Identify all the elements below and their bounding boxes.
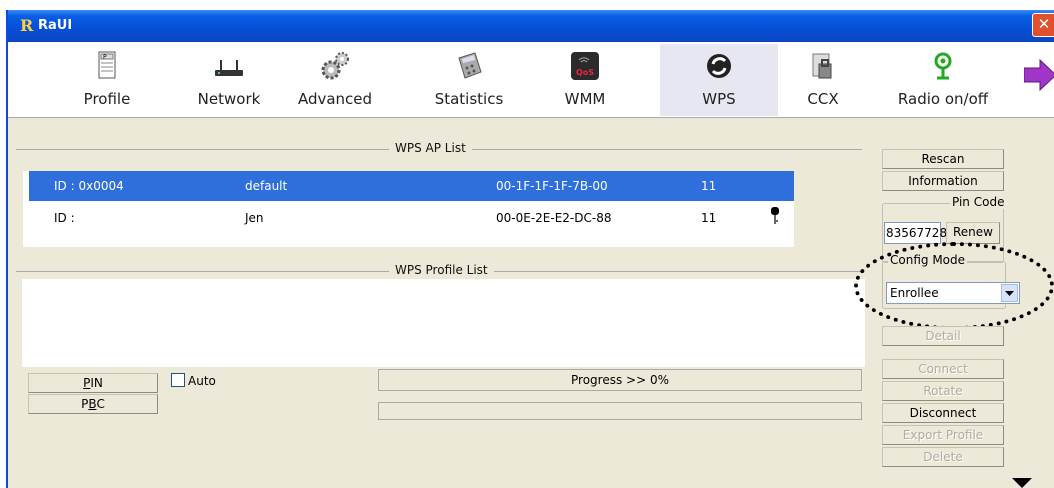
information-button-label: Information: [908, 174, 978, 188]
app-logo: R: [20, 16, 34, 35]
ap-ssid: default: [245, 179, 288, 193]
disconnect-button-label: Disconnect: [909, 406, 977, 420]
tab-profile[interactable]: P Profile: [66, 44, 148, 116]
gears-icon: [321, 52, 349, 80]
tab-ccx-label: CCX: [807, 90, 839, 108]
wps-profile-list[interactable]: [22, 279, 865, 367]
delete-button-label: Delete: [923, 450, 963, 464]
delete-button[interactable]: Delete: [882, 447, 1004, 467]
ap-id: ID :: [54, 211, 75, 225]
auto-checkbox[interactable]: [171, 373, 185, 387]
detail-button-label: Detail: [925, 329, 961, 343]
connect-button[interactable]: Connect: [882, 359, 1004, 379]
detail-button[interactable]: Detail: [882, 326, 1004, 346]
tab-network-label: Network: [197, 90, 261, 108]
connect-button-label: Connect: [918, 362, 968, 376]
tab-statistics[interactable]: Statistics: [428, 44, 510, 116]
tab-advanced[interactable]: Advanced: [294, 44, 376, 116]
rescan-button-label: Rescan: [921, 152, 965, 166]
ccx-icon: [812, 53, 832, 79]
pin-button[interactable]: PIN: [28, 373, 158, 393]
rescan-button[interactable]: Rescan: [882, 149, 1004, 169]
renew-button[interactable]: Renew: [946, 222, 1000, 244]
scroll-down-icon[interactable]: [1012, 478, 1032, 488]
pin-code-label: Pin Code: [950, 195, 1007, 209]
title-bar: R RaUI ✕: [8, 10, 1054, 42]
raui-window: R RaUI ✕ P Profile Network Advanced Stat…: [6, 10, 1054, 488]
qos-icon: QoS: [571, 52, 599, 80]
pbc-button[interactable]: PBC: [28, 394, 158, 414]
ap-id: ID : 0x0004: [54, 179, 124, 193]
lock-icon: [771, 207, 779, 224]
progress-text: Progress >> 0%: [571, 373, 669, 387]
close-button[interactable]: ✕: [1032, 13, 1054, 37]
pbc-button-label: PBC: [81, 397, 105, 411]
progress-status: Progress >> 0%: [378, 369, 862, 391]
progress-bar: [378, 402, 862, 420]
toolbar: P Profile Network Advanced Statistics Qo…: [8, 42, 1054, 118]
tab-wps-label: WPS: [702, 90, 736, 108]
ap-list-row[interactable]: ID : Jen 00-0E-2E-E2-DC-88 11: [29, 203, 794, 233]
ap-list-row[interactable]: ID : 0x0004 default 00-1F-1F-1F-7B-00 11: [29, 171, 794, 201]
pin-code-field[interactable]: 83567728: [884, 222, 947, 244]
tab-wmm-label: WMM: [564, 90, 606, 108]
svg-text:P: P: [103, 54, 107, 61]
wps-ap-list-title: WPS AP List: [389, 141, 472, 155]
profile-icon: P: [98, 51, 116, 79]
ap-ssid: Jen: [245, 211, 264, 225]
pin-button-label: PIN: [83, 376, 103, 390]
tab-statistics-label: Statistics: [434, 90, 504, 108]
export-profile-button-label: Export Profile: [902, 428, 984, 442]
svg-text:QoS: QoS: [576, 68, 594, 77]
wps-icon: [707, 54, 731, 78]
export-profile-button[interactable]: Export Profile: [882, 425, 1004, 445]
tab-radio-on-off-label: Radio on/off: [897, 90, 989, 108]
ap-mac: 00-1F-1F-1F-7B-00: [496, 179, 608, 193]
tab-ccx[interactable]: CCX: [782, 44, 864, 116]
radio-icon: [934, 52, 952, 80]
ap-channel: 11: [701, 179, 717, 193]
ap-channel: 11: [701, 211, 717, 225]
auto-label: Auto: [188, 374, 216, 388]
window-title: RaUI: [38, 18, 73, 33]
tab-advanced-label: Advanced: [297, 90, 373, 108]
wps-ap-list[interactable]: ID : 0x0004 default 00-1F-1F-1F-7B-00 11…: [22, 170, 795, 248]
calculator-icon: [458, 52, 482, 79]
tab-wmm[interactable]: QoS WMM: [544, 44, 626, 116]
close-icon: ✕: [1037, 15, 1051, 33]
tab-profile-label: Profile: [83, 90, 131, 108]
wps-profile-list-title: WPS Profile List: [389, 263, 494, 277]
next-arrow-icon[interactable]: [1024, 58, 1054, 92]
rotate-button[interactable]: Rotate: [882, 381, 1004, 401]
network-icon: [215, 60, 243, 76]
highlight-ellipse: [854, 242, 1054, 330]
tab-wps[interactable]: WPS: [660, 44, 778, 116]
ap-mac: 00-0E-2E-E2-DC-88: [496, 211, 612, 225]
renew-button-label: Renew: [953, 225, 993, 239]
tab-radio-on-off[interactable]: Radio on/off: [888, 44, 998, 116]
information-button[interactable]: Information: [882, 171, 1004, 191]
disconnect-button[interactable]: Disconnect: [882, 403, 1004, 423]
rotate-button-label: Rotate: [923, 384, 963, 398]
tab-network[interactable]: Network: [188, 44, 270, 116]
